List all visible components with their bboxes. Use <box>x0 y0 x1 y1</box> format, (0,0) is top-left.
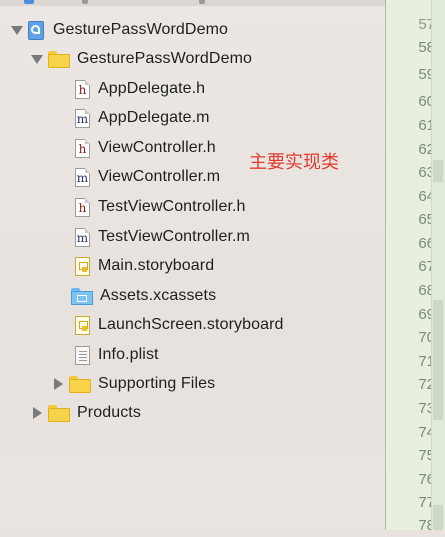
storyboard-file-icon <box>75 257 90 276</box>
line-number: 71 <box>386 350 435 374</box>
project-name: GesturePassWordDemo <box>53 21 228 39</box>
file-name: Main.storyboard <box>98 257 214 275</box>
line-number: 63 <box>386 161 435 185</box>
file-name: TestViewController.h <box>98 198 246 216</box>
line-number: 72 <box>386 373 435 397</box>
line-number: 77 <box>386 491 435 515</box>
line-number: 57 <box>386 13 435 37</box>
editor-scrollbar[interactable] <box>431 0 445 530</box>
header-file-icon: h <box>75 198 90 217</box>
folder-icon <box>48 405 70 422</box>
file-row[interactable]: Assets.xcassets <box>71 284 216 308</box>
file-row[interactable]: h TestViewController.h <box>75 195 246 219</box>
line-number: 65 <box>386 208 435 232</box>
file-name: AppDelegate.h <box>98 80 205 98</box>
line-number: 70 <box>386 326 435 350</box>
storyboard-file-icon <box>75 316 90 335</box>
file-row[interactable]: LaunchScreen.storyboard <box>75 313 284 337</box>
line-number: 69 <box>386 303 435 327</box>
line-number: 61 <box>386 114 435 138</box>
line-number: 76 <box>386 468 435 492</box>
disclosure-triangle-expanded-icon[interactable] <box>30 52 44 66</box>
tab-indicator <box>82 0 88 4</box>
file-row[interactable]: m AppDelegate.m <box>75 106 210 130</box>
line-number: 74 <box>386 421 435 445</box>
asset-catalog-icon <box>71 288 93 305</box>
group-name: Products <box>77 404 141 422</box>
header-file-icon: h <box>75 139 90 158</box>
line-number: 58 <box>386 36 435 60</box>
file-row[interactable]: m ViewController.m <box>75 165 220 189</box>
line-number: 60 <box>386 90 435 114</box>
group-name: GesturePassWordDemo <box>77 50 252 68</box>
tab-indicator <box>199 0 205 4</box>
line-number: 78 <box>386 514 435 537</box>
implementation-file-icon: m <box>75 109 90 128</box>
header-file-icon: h <box>75 80 90 99</box>
file-name: ViewController.m <box>98 168 220 186</box>
folder-icon <box>69 376 91 393</box>
scrollbar-marker <box>433 160 443 182</box>
disclosure-triangle-collapsed-icon[interactable] <box>51 377 65 391</box>
line-number: 64 <box>386 185 435 209</box>
disclosure-triangle-collapsed-icon[interactable] <box>30 406 44 420</box>
file-row[interactable]: h AppDelegate.h <box>75 77 205 101</box>
file-name: TestViewController.m <box>98 228 250 246</box>
line-number: 62 <box>386 138 435 162</box>
file-name: AppDelegate.m <box>98 109 210 127</box>
file-name: ViewController.h <box>98 139 216 157</box>
xcode-project-icon <box>28 21 44 40</box>
file-name: Info.plist <box>98 346 159 364</box>
line-number: 68 <box>386 279 435 303</box>
annotation-text: 主要实现类 <box>249 148 339 174</box>
file-row[interactable]: Info.plist <box>75 343 159 367</box>
plist-file-icon <box>75 346 90 365</box>
tree-row-group[interactable]: GesturePassWordDemo <box>30 47 252 71</box>
project-navigator: GesturePassWordDemo GesturePassWordDemo … <box>0 0 385 530</box>
file-row[interactable]: h ViewController.h <box>75 136 216 160</box>
line-number: 73 <box>386 397 435 421</box>
folder-icon <box>48 51 70 68</box>
navigator-top-strip <box>0 0 385 6</box>
file-name: LaunchScreen.storyboard <box>98 316 284 334</box>
file-name: Assets.xcassets <box>100 287 216 305</box>
scrollbar-marker <box>433 300 443 420</box>
tree-row-project[interactable]: GesturePassWordDemo <box>10 18 228 42</box>
disclosure-triangle-expanded-icon[interactable] <box>10 23 24 37</box>
line-number: 66 <box>386 232 435 256</box>
file-row[interactable]: Main.storyboard <box>75 254 214 278</box>
line-number: 67 <box>386 255 435 279</box>
implementation-file-icon: m <box>75 228 90 247</box>
implementation-file-icon: m <box>75 168 90 187</box>
tree-row-products[interactable]: Products <box>30 401 141 425</box>
scrollbar-marker <box>433 505 443 530</box>
file-row[interactable]: m TestViewController.m <box>75 225 250 249</box>
line-number: 59 <box>386 63 435 87</box>
tree-row-supporting-files[interactable]: Supporting Files <box>51 372 215 396</box>
tab-indicator <box>24 0 34 4</box>
group-name: Supporting Files <box>98 375 215 393</box>
line-number: 75 <box>386 444 435 468</box>
